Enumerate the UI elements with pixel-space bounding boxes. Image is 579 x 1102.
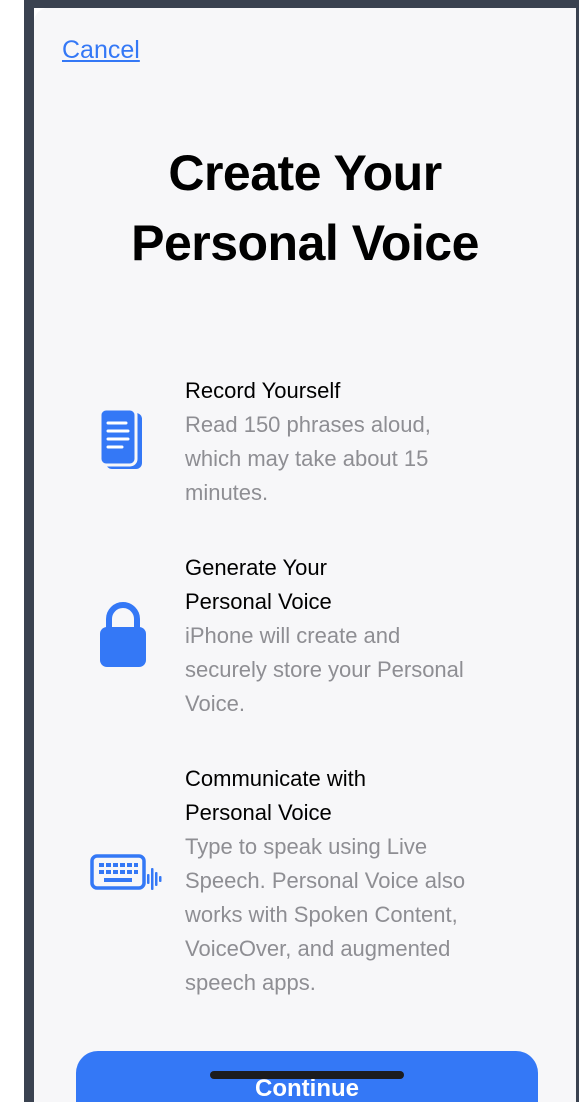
feature-description: iPhone will create and securely store yo… bbox=[185, 623, 464, 716]
window-frame-left bbox=[24, 0, 34, 1102]
keyboard-waveform-icon bbox=[90, 854, 162, 901]
page-title: Create Your Personal Voice bbox=[131, 145, 479, 271]
home-indicator bbox=[210, 1071, 404, 1079]
cancel-button[interactable]: Cancel bbox=[62, 36, 140, 65]
window-frame-top bbox=[24, 0, 579, 8]
feature-title: Generate Your Personal Voice bbox=[185, 555, 332, 614]
feature-text: Record Yourself Read 150 phrases aloud, … bbox=[185, 374, 545, 510]
feature-title: Communicate with Personal Voice bbox=[185, 766, 366, 825]
phone-screen: Cancel Create Your Personal Voice Record… bbox=[34, 8, 576, 1102]
lock-icon bbox=[96, 599, 150, 674]
feature-text: Communicate with Personal Voice Type to … bbox=[185, 762, 545, 1000]
document-text-icon bbox=[96, 407, 146, 478]
feature-title: Record Yourself bbox=[185, 378, 341, 403]
feature-text: Generate Your Personal Voice iPhone will… bbox=[185, 551, 545, 721]
feature-description: Type to speak using Live Speech. Persona… bbox=[185, 834, 466, 995]
feature-description: Read 150 phrases aloud, which may take a… bbox=[185, 412, 431, 505]
